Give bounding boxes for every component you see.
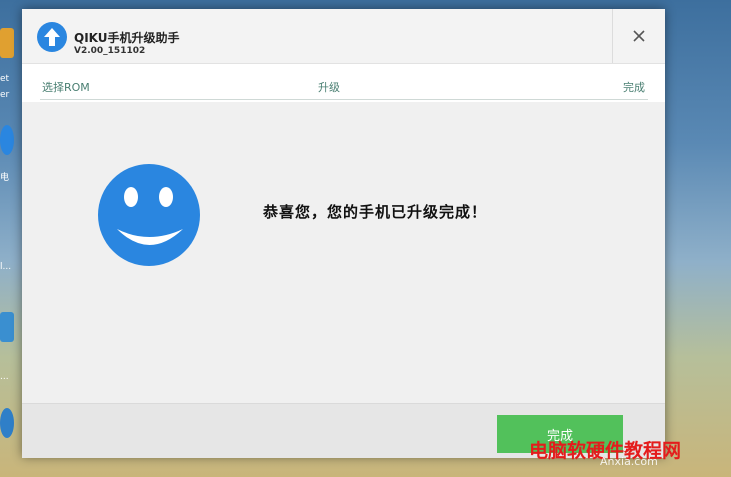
- step-select-rom: 选择ROM: [42, 81, 90, 94]
- desktop-icon[interactable]: [0, 28, 14, 58]
- desktop-label: ...: [0, 372, 9, 382]
- desktop-icon[interactable]: [0, 312, 14, 342]
- desktop-icon[interactable]: [0, 408, 14, 438]
- title-bar[interactable]: QIKU手机升级助手 V2.00_151102: [22, 9, 665, 64]
- site-watermark-url: Anxia.com: [600, 455, 658, 468]
- main-content: 恭喜您，您的手机已升级完成！: [22, 103, 665, 403]
- app-title: QIKU手机升级助手: [74, 31, 180, 45]
- close-button[interactable]: [612, 9, 665, 63]
- progress-steps: 选择ROM 升级 完成: [22, 64, 665, 102]
- success-message: 恭喜您，您的手机已升级完成！: [263, 203, 488, 221]
- desktop-background-strip: et er 电 l... ...: [0, 0, 22, 477]
- desktop-label: 电: [0, 173, 10, 183]
- step-divider: [40, 99, 648, 100]
- step-complete: 完成: [623, 81, 645, 94]
- desktop-icon[interactable]: [0, 125, 14, 155]
- upgrade-arrow-icon: [37, 22, 67, 52]
- desktop-label: er: [0, 90, 10, 100]
- app-version: V2.00_151102: [74, 46, 146, 56]
- desktop-label: et: [0, 74, 10, 84]
- desktop-label: l...: [0, 262, 12, 272]
- upgrade-dialog: QIKU手机升级助手 V2.00_151102 选择ROM 升级 完成 恭喜您，…: [22, 9, 665, 458]
- smiley-face-icon: [98, 164, 200, 266]
- step-upgrade: 升级: [318, 81, 340, 94]
- close-icon: [633, 30, 645, 42]
